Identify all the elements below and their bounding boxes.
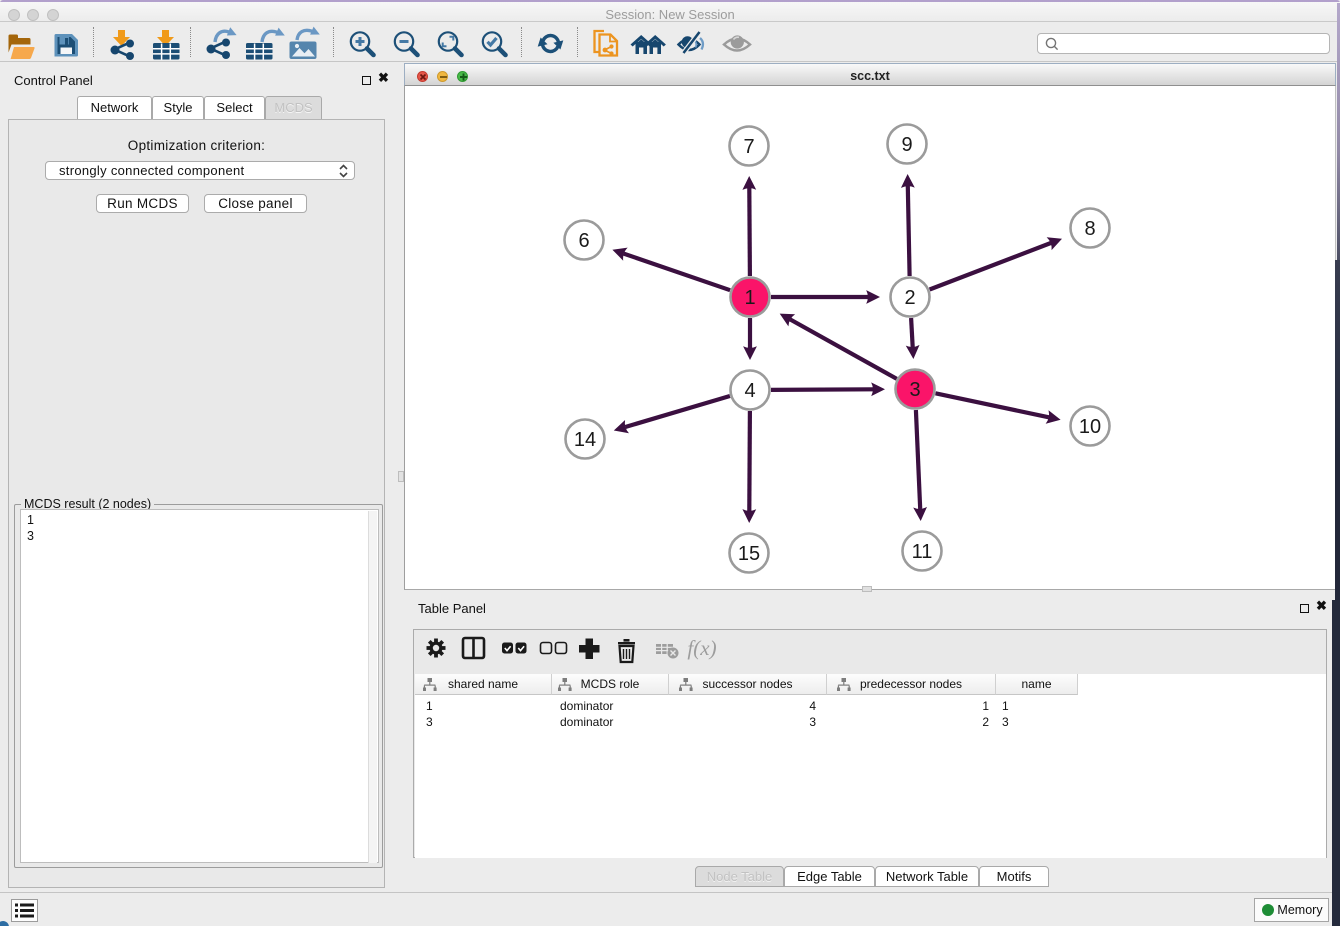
svg-text:3: 3 xyxy=(909,379,920,401)
svg-text:15: 15 xyxy=(738,543,760,565)
svg-text:6: 6 xyxy=(578,230,589,252)
svg-text:9: 9 xyxy=(901,134,912,156)
svg-text:f(x): f(x) xyxy=(687,636,716,660)
svg-text:10: 10 xyxy=(1079,416,1101,438)
svg-text:4: 4 xyxy=(744,380,755,402)
svg-text:1: 1 xyxy=(744,287,755,309)
svg-text:11: 11 xyxy=(912,541,933,563)
svg-text:8: 8 xyxy=(1084,218,1095,240)
svg-text:14: 14 xyxy=(574,429,596,451)
svg-text:2: 2 xyxy=(904,287,915,309)
svg-text:7: 7 xyxy=(743,136,754,158)
